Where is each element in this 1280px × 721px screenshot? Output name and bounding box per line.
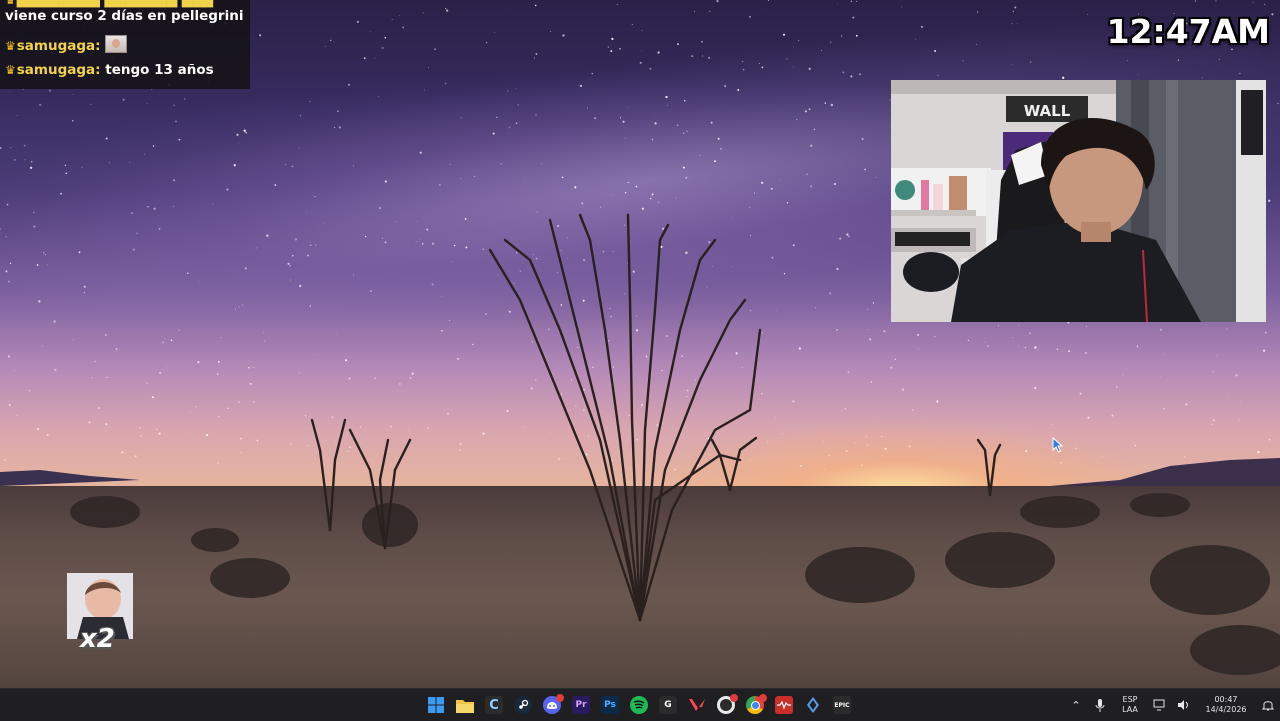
webcam-feed: WALL: [891, 80, 1266, 322]
chat-message: ♛samugaga: tengo 13 años: [5, 62, 214, 78]
stream-clock: 12:47AM: [1106, 12, 1270, 51]
chat-username: samugaga:: [16, 38, 101, 54]
chat-message-text: viene curso 2 días en pellegrini: [5, 8, 244, 24]
svg-text:WALL: WALL: [1024, 102, 1071, 120]
windows-start-icon: [427, 696, 445, 714]
taskbar-app-start[interactable]: [424, 693, 448, 717]
taskbar-app-photoshop[interactable]: Ps: [598, 693, 622, 717]
crown-icon: ♛: [5, 63, 16, 77]
taskbar-app-obs[interactable]: [714, 693, 738, 717]
logitech-g-icon: G: [659, 696, 677, 714]
system-tray: ⌃ ESP LAA 00:47 14/4/2026: [1064, 689, 1280, 721]
chat-message-partial: ♛▇▇▇▇▇▇▇▇ ▇▇▇▇▇▇▇ ▇▇▇: [5, 0, 213, 8]
taskbar-app-discord[interactable]: [540, 693, 564, 717]
language-indicator[interactable]: ESP LAA: [1115, 695, 1145, 715]
taskbar-app-lunar[interactable]: [801, 693, 825, 717]
premiere-icon: Pr: [572, 696, 590, 714]
steam-icon: [514, 696, 532, 714]
taskbar: C Pr Ps G EPIC ⌃ ESP LAA 00:47 14/4/2026: [0, 688, 1280, 721]
crown-icon: ♛: [5, 39, 16, 53]
epic-games-icon: EPIC: [833, 696, 851, 714]
taskbar-app-ccleaner[interactable]: C: [482, 693, 506, 717]
notification-badge-icon: [556, 694, 564, 702]
taskbar-app-valorant[interactable]: [685, 693, 709, 717]
diamond-app-icon: [804, 696, 822, 714]
chat-message: ♛samugaga:: [5, 35, 128, 54]
taskbar-app-steam[interactable]: [511, 693, 535, 717]
taskbar-app-file-explorer[interactable]: [453, 693, 477, 717]
ccleaner-icon: C: [485, 696, 503, 714]
baby-multiplier: x2: [80, 624, 115, 654]
language-code: ESP: [1122, 695, 1138, 704]
network-icon[interactable]: [1152, 697, 1168, 713]
taskbar-app-premiere-pro[interactable]: Pr: [569, 693, 593, 717]
taskbar-date: 14/4/2026: [1205, 705, 1247, 714]
taskbar-app-spotify[interactable]: [627, 693, 651, 717]
taskbar-app-chrome[interactable]: [743, 693, 767, 717]
folder-icon: [456, 696, 474, 714]
chat-message-text: tengo 13 años: [105, 62, 214, 78]
crown-icon: ♛: [5, 0, 16, 7]
taskbar-pinned-apps: C Pr Ps G EPIC: [424, 689, 854, 721]
mouse-cursor-icon: [1052, 437, 1064, 453]
stream-chat-overlay: ♛▇▇▇▇▇▇▇▇ ▇▇▇▇▇▇▇ ▇▇▇ viene curso 2 días…: [0, 0, 250, 89]
valorant-icon: [688, 696, 706, 714]
chat-message: viene curso 2 días en pellegrini: [5, 8, 243, 24]
voicemod-icon: [775, 696, 793, 714]
taskbar-app-epic-games[interactable]: EPIC: [830, 693, 854, 717]
keyboard-layout: LAA: [1122, 705, 1138, 714]
microphone-icon[interactable]: [1092, 697, 1108, 713]
taskbar-clock[interactable]: 00:47 14/4/2026: [1200, 695, 1252, 715]
baby-emote-icon: [105, 35, 128, 53]
notification-badge-icon: [730, 694, 738, 702]
notification-badge-icon: [759, 694, 767, 702]
photoshop-icon: Ps: [601, 696, 619, 714]
volume-icon[interactable]: [1176, 697, 1192, 713]
chevron-up-icon[interactable]: ⌃: [1068, 697, 1084, 713]
notification-bell-icon[interactable]: [1260, 697, 1276, 713]
spotify-icon: [630, 696, 648, 714]
chat-username: samugaga:: [16, 62, 101, 78]
taskbar-time: 00:47: [1214, 695, 1238, 704]
taskbar-app-voicemod[interactable]: [772, 693, 796, 717]
taskbar-app-ghub[interactable]: G: [656, 693, 680, 717]
